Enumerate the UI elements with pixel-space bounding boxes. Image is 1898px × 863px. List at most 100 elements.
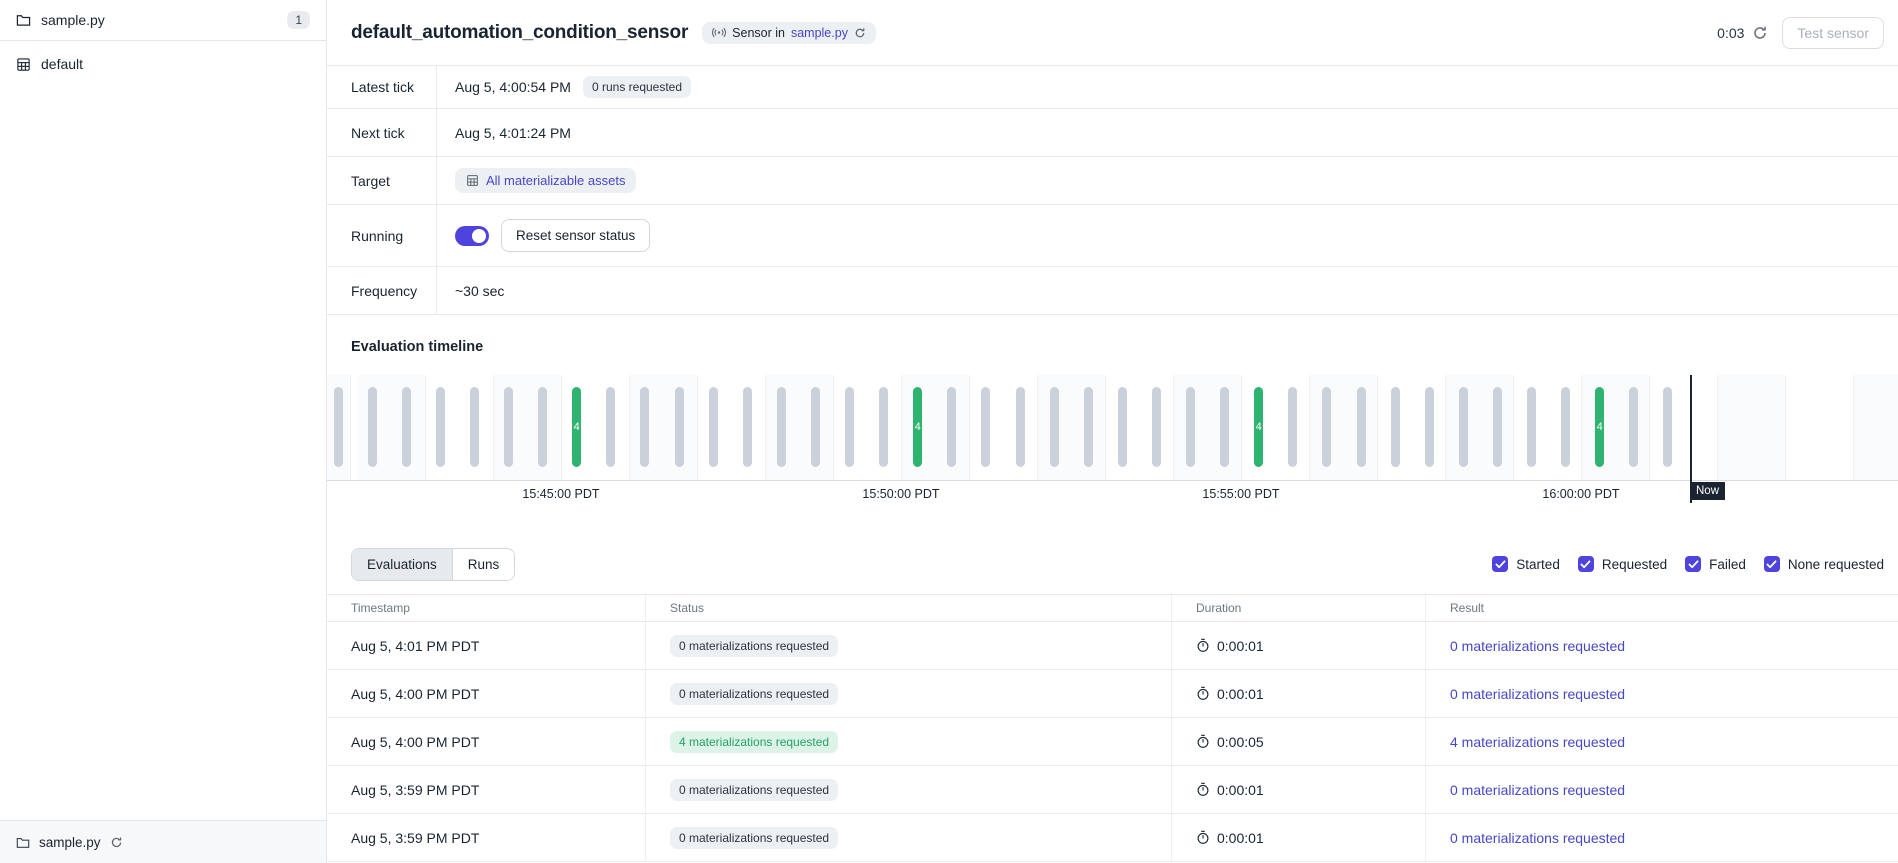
filter-failed[interactable]: Failed (1685, 556, 1746, 572)
timeline-tick-bar[interactable] (402, 387, 411, 467)
timeline-tick-bar[interactable] (709, 387, 718, 467)
timeline-tick-bar[interactable] (1084, 387, 1093, 467)
checkbox-icon[interactable] (1764, 556, 1780, 572)
status-badge: 0 materializations requested (670, 683, 838, 705)
reload-icon[interactable] (854, 27, 866, 39)
evaluation-timeline-title: Evaluation timeline (351, 339, 1898, 357)
refresh-icon[interactable] (1752, 25, 1768, 41)
timeline-tick-bar[interactable] (1459, 387, 1468, 467)
timeline-tick-bar[interactable] (1663, 387, 1672, 467)
reload-icon[interactable] (110, 836, 123, 849)
test-sensor-button[interactable]: Test sensor (1782, 17, 1884, 49)
timeline-tick-bar[interactable] (640, 387, 649, 467)
timeline-tick-bar[interactable] (1561, 387, 1570, 467)
sensor-origin-file-link[interactable]: sample.py (791, 26, 848, 40)
result-link[interactable]: 0 materializations requested (1450, 686, 1625, 702)
timeline-tick-bar[interactable] (811, 387, 820, 467)
checkbox-icon[interactable] (1685, 556, 1701, 572)
timeline-tick-bar[interactable] (538, 387, 547, 467)
timeline-tick-bar[interactable] (743, 387, 752, 467)
timeline-tick-bar[interactable] (845, 387, 854, 467)
sensor-origin-text: Sensor in (732, 26, 785, 40)
timeline-tick-bar[interactable] (675, 387, 684, 467)
tab-evaluations[interactable]: Evaluations (352, 549, 452, 580)
timeline-tick-bar[interactable] (606, 387, 615, 467)
stopwatch-icon (1196, 686, 1210, 701)
evaluation-timestamp: Aug 5, 4:01 PM PDT (327, 622, 646, 669)
timeline-tick-bar[interactable] (1186, 387, 1195, 467)
evaluation-timestamp: Aug 5, 4:00 PM PDT (327, 670, 646, 717)
timeline-tick-bar[interactable] (1288, 387, 1297, 467)
filter-none-requested[interactable]: None requested (1764, 556, 1884, 572)
target-assets-tag[interactable]: All materializable assets (455, 168, 636, 193)
checkbox-icon[interactable] (1578, 556, 1594, 572)
result-link[interactable]: 0 materializations requested (1450, 638, 1625, 654)
running-toggle[interactable] (455, 226, 489, 246)
timeline-tick-bar-requested[interactable]: 4 (1254, 387, 1263, 467)
timeline-tick-bar[interactable] (777, 387, 786, 467)
duration-value: 0:00:01 (1217, 782, 1264, 798)
sidebar-item-default-group[interactable]: default (0, 43, 326, 85)
timeline-tick-bar[interactable] (504, 387, 513, 467)
evaluation-duration: 0:00:05 (1172, 718, 1426, 765)
timeline-tick-bar-requested[interactable]: 4 (1595, 387, 1604, 467)
evaluation-status: 0 materializations requested (646, 622, 1172, 669)
checkbox-icon[interactable] (1492, 556, 1508, 572)
evaluation-result: 0 materializations requested (1426, 622, 1898, 669)
sensor-icon (712, 27, 726, 38)
timeline-tick-bar[interactable] (1357, 387, 1366, 467)
evaluation-result: 0 materializations requested (1426, 766, 1898, 813)
stopwatch-icon (1196, 734, 1210, 749)
timeline-tick-bar[interactable] (1118, 387, 1127, 467)
result-link[interactable]: 4 materializations requested (1450, 734, 1625, 750)
evaluation-timeline-chart[interactable]: 4444 15:45:00 PDT15:50:00 PDT15:55:00 PD… (327, 375, 1898, 507)
column-header-result: Result (1426, 595, 1898, 621)
timeline-tick-bar[interactable] (1391, 387, 1400, 467)
filter-requested[interactable]: Requested (1578, 556, 1667, 572)
sidebar-footer-code-location[interactable]: sample.py (0, 820, 326, 863)
timeline-tick-bar[interactable] (368, 387, 377, 467)
filter-label: None requested (1788, 557, 1884, 572)
timeline-tick-bar[interactable] (1016, 387, 1025, 467)
timeline-tick-bar-requested[interactable]: 4 (572, 387, 581, 467)
sidebar-item-sample-py[interactable]: sample.py 1 (0, 0, 326, 41)
sensor-origin-badge: Sensor in sample.py (702, 22, 876, 44)
timeline-tick-bar[interactable] (1050, 387, 1059, 467)
timeline-tick-bar-requested[interactable]: 4 (913, 387, 922, 467)
timeline-tick-bar[interactable] (1152, 387, 1161, 467)
table-header-row: TimestampStatusDurationResult (327, 594, 1898, 622)
timeline-axis-tick-label: 15:45:00 PDT (522, 487, 599, 501)
result-link[interactable]: 0 materializations requested (1450, 782, 1625, 798)
latest-tick-row: Latest tick Aug 5, 4:00:54 PM 0 runs req… (327, 66, 1898, 109)
timeline-gridlines (327, 375, 1898, 480)
timeline-tick-bar[interactable] (981, 387, 990, 467)
tab-runs[interactable]: Runs (452, 549, 515, 580)
timeline-tick-bar[interactable] (1220, 387, 1229, 467)
evaluation-row: Aug 5, 3:59 PM PDT0 materializations req… (327, 766, 1898, 814)
target-assets-link[interactable]: All materializable assets (486, 173, 625, 188)
timeline-tick-bar[interactable] (879, 387, 888, 467)
evaluation-result: 0 materializations requested (1426, 670, 1898, 717)
timeline-tick-bar[interactable] (470, 387, 479, 467)
row-label: Latest tick (327, 66, 437, 108)
sidebar-item-label: default (41, 56, 83, 72)
timeline-axis-tick-label: 15:55:00 PDT (1202, 487, 1279, 501)
page-title: default_automation_condition_sensor (351, 22, 688, 44)
page-header: default_automation_condition_sensor Sens… (327, 0, 1898, 66)
timeline-tick-bar[interactable] (947, 387, 956, 467)
frequency-value: ~30 sec (455, 283, 504, 299)
main-content: default_automation_condition_sensor Sens… (327, 0, 1898, 863)
timeline-tick-bar[interactable] (1322, 387, 1331, 467)
timeline-tick-bar[interactable] (334, 387, 343, 467)
timeline-tick-bar[interactable] (1629, 387, 1638, 467)
timeline-tick-bar[interactable] (1425, 387, 1434, 467)
timeline-tick-bar[interactable] (436, 387, 445, 467)
next-tick-row: Next tick Aug 5, 4:01:24 PM (327, 109, 1898, 157)
reset-sensor-status-button[interactable]: Reset sensor status (501, 219, 650, 252)
filter-started[interactable]: Started (1492, 556, 1560, 572)
timeline-tick-bar[interactable] (1527, 387, 1536, 467)
result-link[interactable]: 0 materializations requested (1450, 830, 1625, 846)
evaluation-duration: 0:00:01 (1172, 766, 1426, 813)
timeline-tick-bar[interactable] (1493, 387, 1502, 467)
row-label: Running (327, 205, 437, 266)
